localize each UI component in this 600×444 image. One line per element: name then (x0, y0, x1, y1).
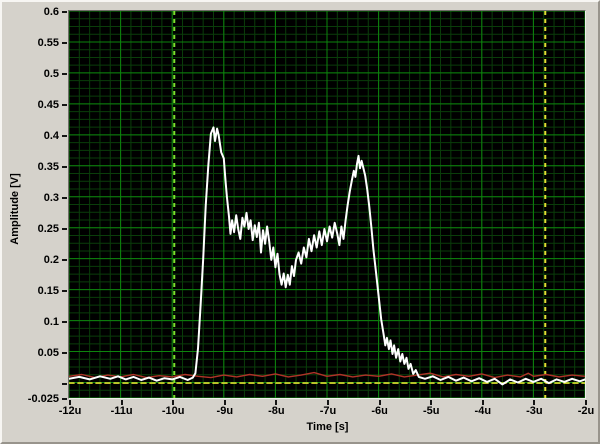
y-tick-mark (62, 134, 67, 137)
y-tick-label: 0.5 (43, 67, 59, 80)
y-tick-mark (62, 351, 67, 354)
y-tick-mark (62, 320, 67, 323)
x-axis-title: Time [s] (306, 421, 349, 433)
y-tick-label: 0.15 (37, 284, 59, 297)
plot-svg (69, 11, 585, 398)
x-tick-label: -12u (58, 405, 82, 417)
y-tick-mark (62, 196, 67, 199)
y-tick-mark (62, 165, 67, 168)
y-tick-mark (62, 398, 67, 400)
y-tick-label: 0.55 (37, 36, 59, 49)
x-tick-label: -6u (371, 405, 388, 417)
x-tick-label: -11u (110, 405, 133, 417)
plot-area[interactable] (68, 10, 586, 399)
y-tick-mark (62, 11, 67, 13)
y-tick-label: 0.2 (43, 253, 59, 266)
x-tick-label: -9u (216, 405, 234, 417)
y-tick-mark (62, 41, 67, 44)
y-tick-mark (62, 289, 67, 292)
y-tick-label: 0.4 (43, 129, 59, 142)
x-tick-label: -7u (319, 405, 337, 417)
y-tick-mark (62, 227, 67, 230)
y-tick-label: 0.05 (37, 346, 59, 359)
x-tick-label: -5u (422, 405, 440, 417)
y-tick-mark (62, 382, 67, 385)
y-tick-label: 0.25 (37, 222, 59, 235)
y-tick-label: 0.3 (43, 191, 59, 204)
y-tick-mark (62, 258, 67, 261)
x-tick-label: -3u (526, 405, 543, 417)
y-tick-mark (62, 72, 67, 75)
y-tick-label: 0.1 (43, 315, 59, 328)
y-tick-label: 0.35 (37, 160, 59, 173)
x-tick-label: -8u (268, 405, 285, 417)
y-tick-mark (62, 103, 67, 106)
x-tick-label: -4u (474, 405, 492, 417)
x-tick-label: -2u (577, 405, 595, 417)
y-tick-label: 0.6 (43, 6, 59, 18)
y-tick-label: 0.45 (37, 98, 59, 111)
x-tick-label: -10u (161, 405, 185, 417)
waveform-graph-panel: Amplitude [V] Time [s] 0.6 0.55 0.5 0.45 0.4… (0, 0, 600, 444)
